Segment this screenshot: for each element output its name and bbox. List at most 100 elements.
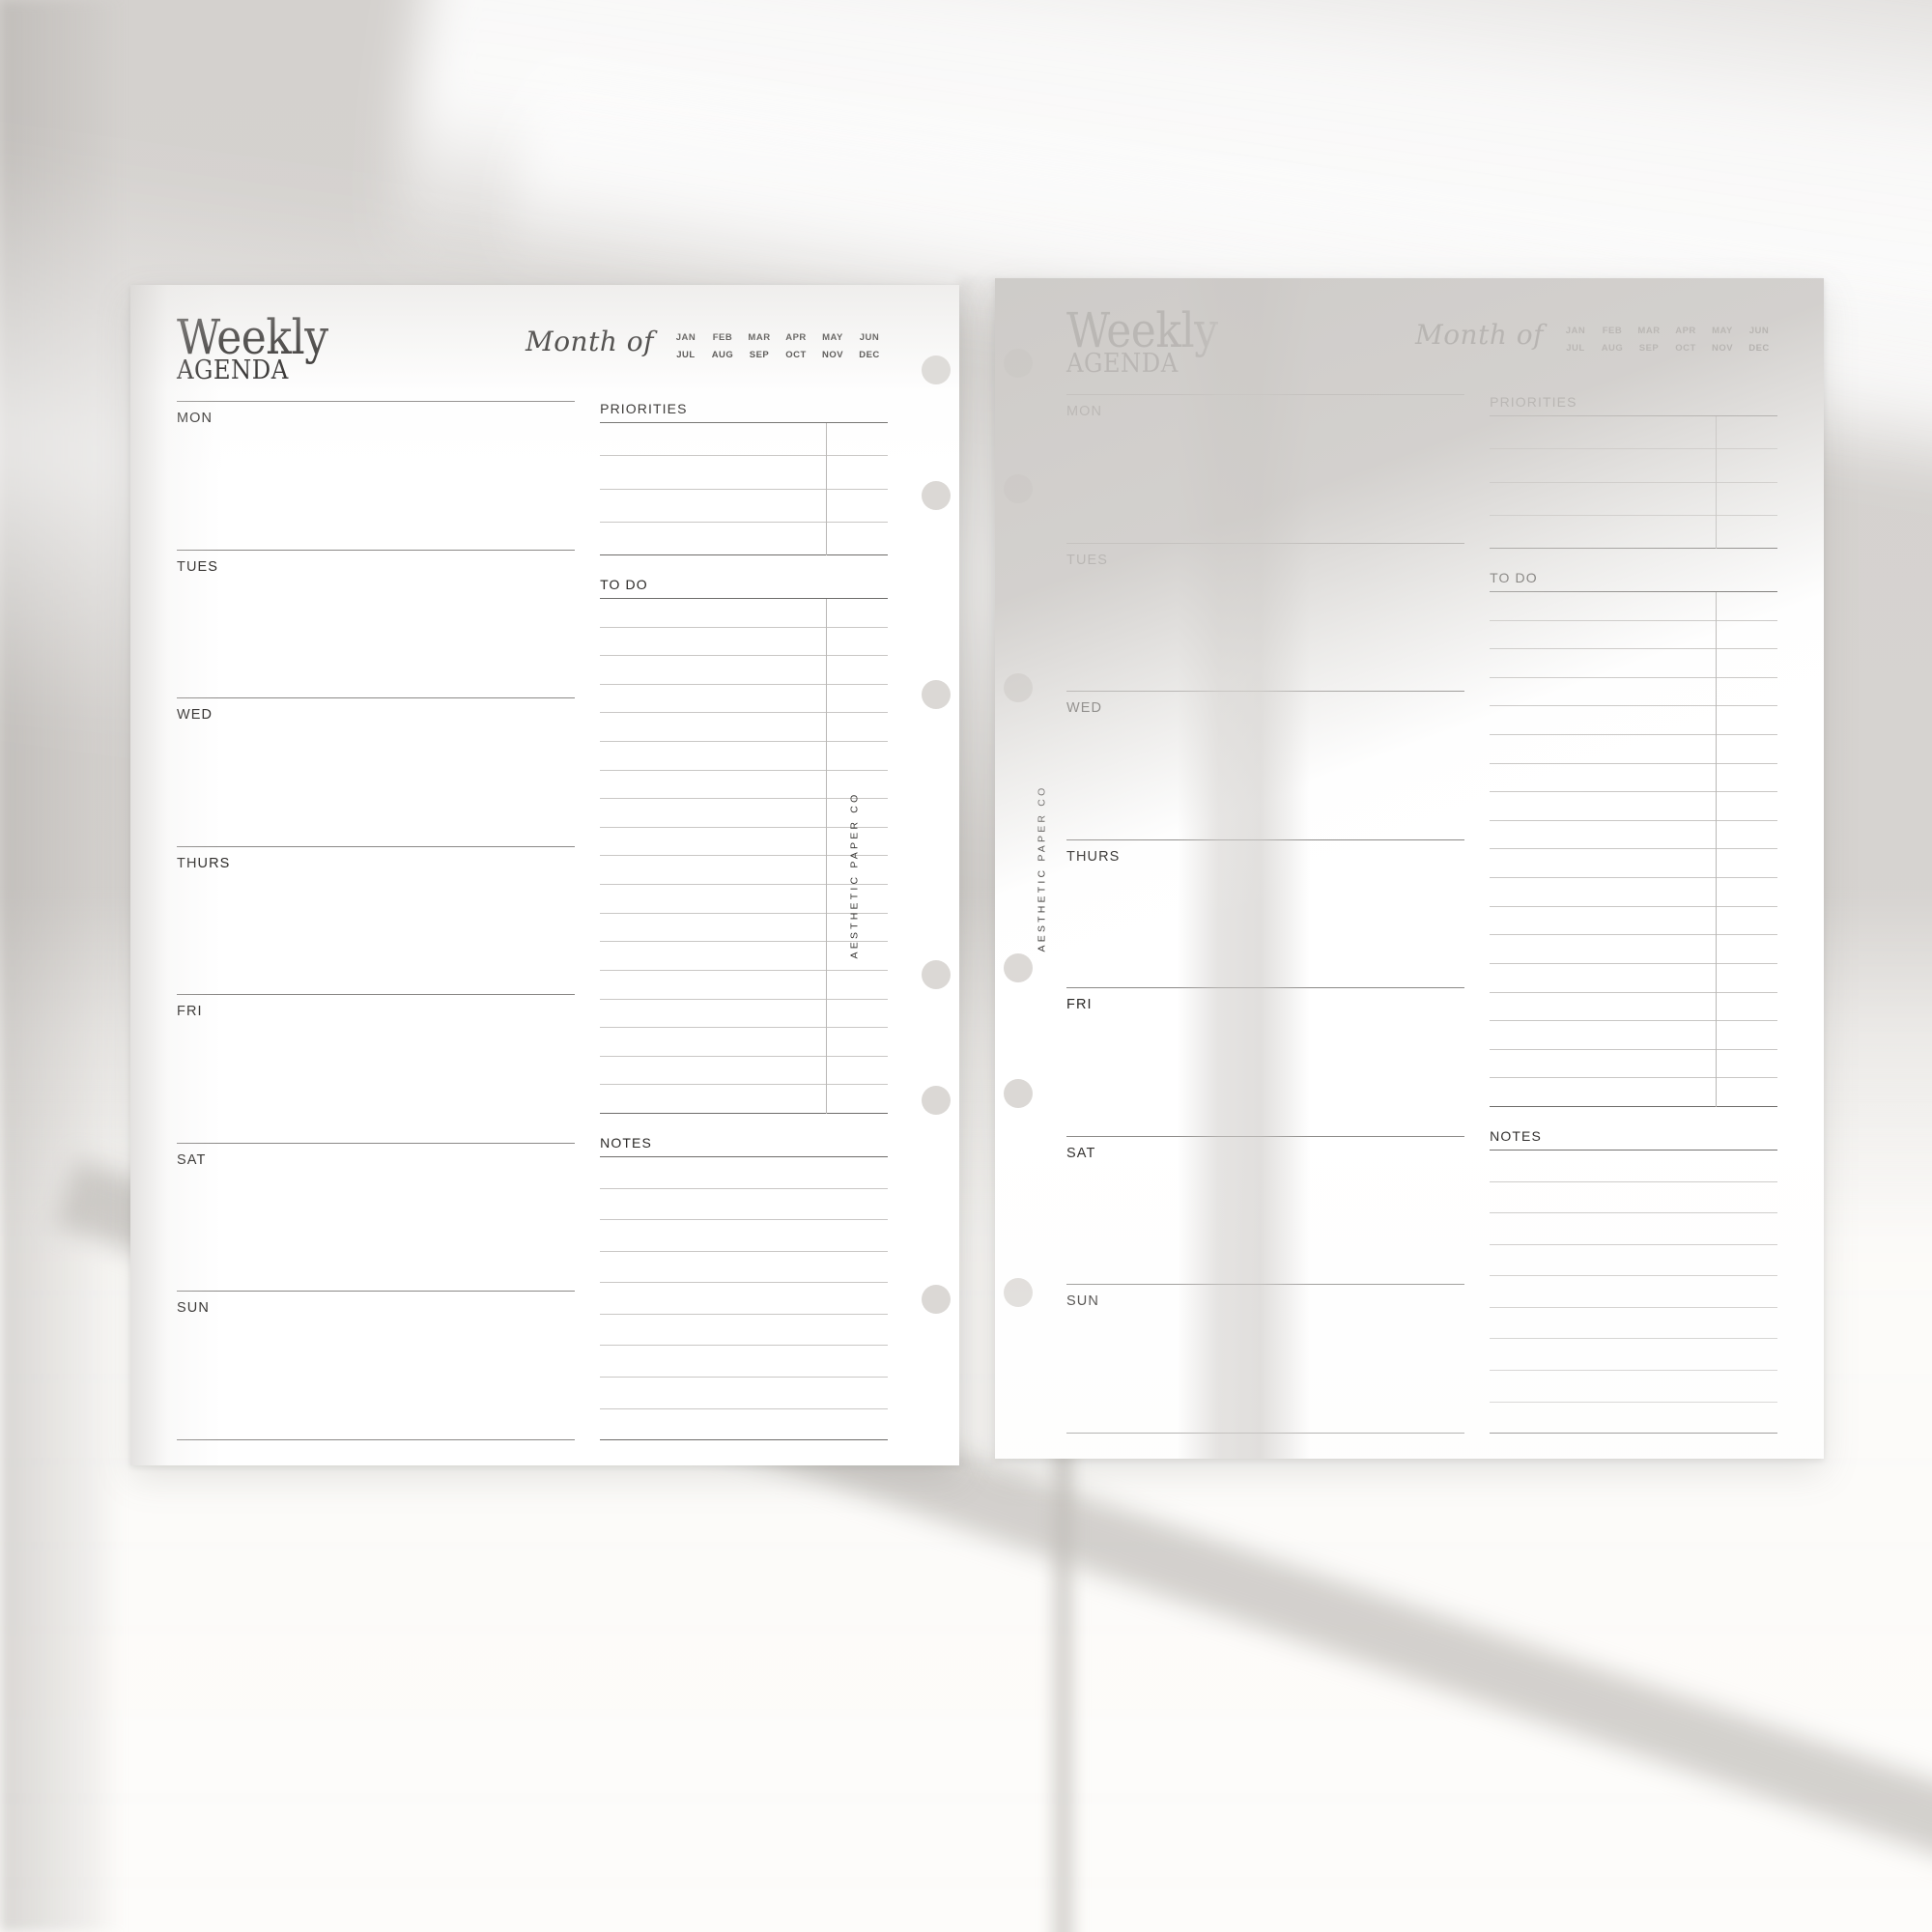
month-grid[interactable]: JAN FEB MAR APR MAY JUN JUL AUG SEP OCT … [668, 332, 888, 367]
notes-row[interactable] [1490, 1182, 1777, 1214]
todo-row[interactable] [600, 856, 888, 886]
month-option-feb[interactable]: FEB [1594, 326, 1631, 343]
notes-row[interactable] [600, 1157, 888, 1189]
month-option-sep[interactable]: SEP [741, 350, 778, 367]
todo-row[interactable] [1490, 706, 1777, 736]
notes-row[interactable] [600, 1252, 888, 1284]
day-block-thurs[interactable]: THURS [177, 845, 576, 995]
month-option-apr[interactable]: APR [778, 332, 814, 350]
notes-row[interactable] [1490, 1245, 1777, 1277]
month-option-oct[interactable]: OCT [778, 350, 814, 367]
notes-row[interactable] [600, 1315, 888, 1347]
day-block-sun[interactable]: SUN [177, 1291, 576, 1441]
todo-row[interactable] [600, 828, 888, 857]
priorities-row[interactable] [600, 523, 888, 555]
month-option-oct[interactable]: OCT [1667, 343, 1704, 360]
todo-row[interactable] [1490, 735, 1777, 764]
month-option-mar[interactable]: MAR [1631, 326, 1667, 343]
todo-row[interactable] [600, 1085, 888, 1114]
todo-row[interactable] [600, 885, 888, 914]
month-option-may[interactable]: MAY [1704, 326, 1741, 343]
day-block-fri[interactable]: FRI [177, 994, 576, 1143]
notes-row[interactable] [1490, 1308, 1777, 1340]
notes-row[interactable] [600, 1378, 888, 1409]
priorities-row[interactable] [1490, 449, 1777, 483]
todo-row[interactable] [600, 713, 888, 743]
todo-row[interactable] [600, 942, 888, 971]
todo-row[interactable] [600, 1057, 888, 1086]
month-option-nov[interactable]: NOV [814, 350, 851, 367]
todo-row[interactable] [1490, 592, 1777, 621]
notes-row[interactable] [1490, 1151, 1777, 1182]
planner-page-right[interactable]: Weekly AGENDA Month of JAN FEB MAR APR M… [995, 278, 1824, 1459]
day-block-sat[interactable]: SAT [177, 1142, 576, 1292]
todo-row[interactable] [600, 771, 888, 800]
todo-row[interactable] [1490, 764, 1777, 793]
todo-row[interactable] [1490, 792, 1777, 821]
todo-row[interactable] [600, 1028, 888, 1057]
todo-row[interactable] [600, 799, 888, 828]
month-grid[interactable]: JAN FEB MAR APR MAY JUN JUL AUG SEP OCT … [1557, 326, 1777, 360]
month-option-jan[interactable]: JAN [1557, 326, 1594, 343]
planner-page-left[interactable]: Weekly AGENDA Month of JAN FEB MAR APR M… [130, 285, 959, 1465]
day-block-tues[interactable]: TUES [1066, 542, 1465, 692]
day-block-mon[interactable]: MON [177, 401, 576, 550]
todo-row[interactable] [1490, 1078, 1777, 1107]
todo-row[interactable] [600, 628, 888, 657]
todo-row[interactable] [1490, 935, 1777, 964]
priorities-row[interactable] [600, 423, 888, 457]
priorities-row[interactable] [1490, 516, 1777, 549]
todo-row[interactable] [600, 742, 888, 771]
todo-row[interactable] [600, 656, 888, 685]
notes-row[interactable] [1490, 1371, 1777, 1403]
notes-row[interactable] [600, 1189, 888, 1221]
month-option-dec[interactable]: DEC [1741, 343, 1777, 360]
notes-row[interactable] [600, 1220, 888, 1252]
todo-row[interactable] [1490, 849, 1777, 879]
notes-row[interactable] [1490, 1213, 1777, 1245]
month-option-aug[interactable]: AUG [1594, 343, 1631, 360]
priorities-row[interactable] [1490, 483, 1777, 516]
todo-row[interactable] [600, 599, 888, 628]
day-block-fri[interactable]: FRI [1066, 987, 1465, 1136]
todo-row[interactable] [1490, 621, 1777, 650]
todo-row[interactable] [1490, 678, 1777, 707]
priorities-row[interactable] [600, 490, 888, 523]
notes-row[interactable] [600, 1346, 888, 1378]
todo-row[interactable] [1490, 964, 1777, 993]
todo-row[interactable] [600, 1000, 888, 1029]
day-block-wed[interactable]: WED [177, 697, 576, 846]
month-option-may[interactable]: MAY [814, 332, 851, 350]
notes-row[interactable] [1490, 1339, 1777, 1371]
todo-row[interactable] [1490, 1021, 1777, 1050]
notes-row[interactable] [600, 1409, 888, 1441]
notes-row[interactable] [1490, 1276, 1777, 1308]
todo-row[interactable] [1490, 821, 1777, 850]
month-option-feb[interactable]: FEB [704, 332, 741, 350]
day-block-thurs[interactable]: THURS [1066, 838, 1465, 988]
month-option-mar[interactable]: MAR [741, 332, 778, 350]
month-option-aug[interactable]: AUG [704, 350, 741, 367]
todo-row[interactable] [600, 685, 888, 714]
notes-row[interactable] [600, 1283, 888, 1315]
priorities-row[interactable] [1490, 416, 1777, 450]
day-block-sun[interactable]: SUN [1066, 1284, 1465, 1435]
month-option-jun[interactable]: JUN [1741, 326, 1777, 343]
todo-row[interactable] [1490, 878, 1777, 907]
month-option-sep[interactable]: SEP [1631, 343, 1667, 360]
day-block-wed[interactable]: WED [1066, 691, 1465, 839]
todo-row[interactable] [1490, 649, 1777, 678]
month-option-dec[interactable]: DEC [851, 350, 888, 367]
todo-row[interactable] [600, 914, 888, 943]
todo-row[interactable] [600, 971, 888, 1000]
todo-row[interactable] [1490, 993, 1777, 1022]
month-option-jul[interactable]: JUL [668, 350, 704, 367]
day-block-tues[interactable]: TUES [177, 549, 576, 698]
month-option-nov[interactable]: NOV [1704, 343, 1741, 360]
priorities-row[interactable] [600, 456, 888, 490]
month-option-jun[interactable]: JUN [851, 332, 888, 350]
todo-row[interactable] [1490, 907, 1777, 936]
todo-row[interactable] [1490, 1050, 1777, 1079]
month-option-jul[interactable]: JUL [1557, 343, 1594, 360]
month-option-jan[interactable]: JAN [668, 332, 704, 350]
